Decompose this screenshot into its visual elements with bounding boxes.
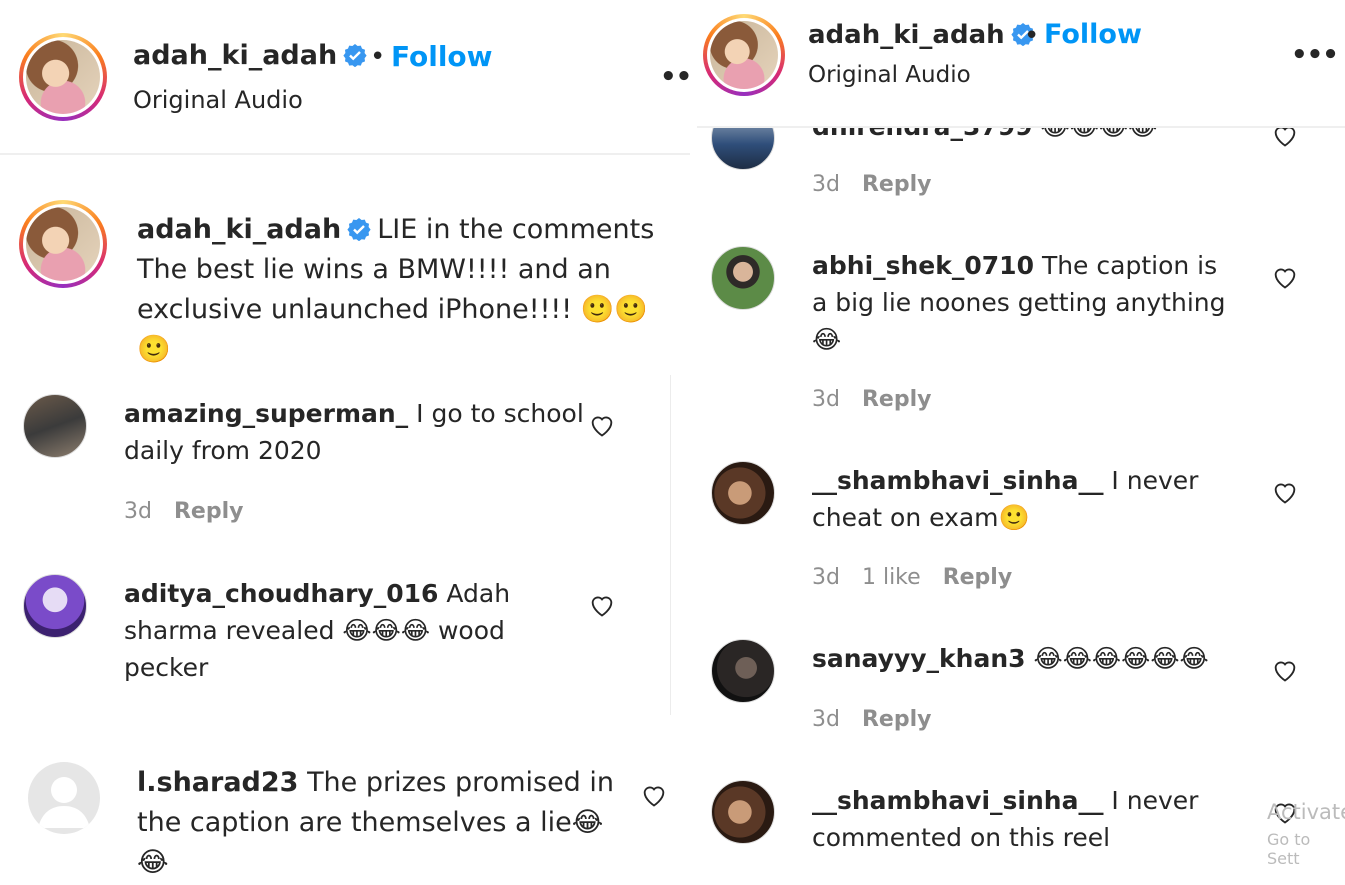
comment-text: aditya_choudhary_016 Adah sharma reveale… (124, 575, 544, 686)
profile-avatar[interactable] (703, 14, 785, 96)
comment-text: sanayyy_khan3 😂😂😂😂😂😂 (812, 640, 1232, 677)
activate-watermark-subtitle: Go to Sett (1267, 830, 1311, 868)
comment-time: 3d (812, 565, 840, 590)
follow-button[interactable]: Follow (391, 40, 493, 73)
comment-body: 😂😂😂😂😂😂 (1033, 644, 1209, 673)
reply-button[interactable]: Reply (943, 565, 1013, 590)
comment-meta: 3d 1 like Reply (812, 565, 1034, 590)
heart-icon[interactable] (588, 592, 616, 618)
heart-icon[interactable] (640, 782, 668, 808)
header-username[interactable]: adah_ki_adah (133, 40, 367, 71)
verified-badge-icon (343, 44, 367, 67)
audio-subtitle[interactable]: Original Audio (808, 62, 971, 88)
more-options-icon[interactable]: ••• (1291, 40, 1339, 70)
comment-username[interactable]: sanayyy_khan3 (812, 644, 1026, 673)
comment-meta: 3d Reply (812, 707, 953, 732)
comment-likes[interactable]: 1 like (862, 565, 921, 590)
more-options-icon[interactable]: ••• (660, 62, 690, 92)
comment-text: __shambhavi_sinha__ I never commented on… (812, 782, 1232, 856)
audio-subtitle[interactable]: Original Audio (133, 86, 303, 114)
comment-text: abhi_shek_0710 The caption is a big lie … (812, 247, 1232, 358)
separator-dot: • (1024, 21, 1040, 51)
comment-username[interactable]: aditya_choudhary_016 (124, 579, 438, 608)
comment-meta: 3d Reply (812, 172, 953, 197)
commenter-avatar[interactable] (711, 639, 775, 703)
activate-watermark-title: Activate (1267, 800, 1345, 824)
caption-username[interactable]: adah_ki_adah (137, 214, 341, 245)
comment-time: 3d (124, 499, 152, 524)
comment-username[interactable]: l.sharad23 (137, 767, 298, 798)
left-reel-panel: adah_ki_adah • Follow Original Audio •••… (0, 0, 690, 885)
post-header: adah_ki_adah • Follow Original Audio ••• (0, 0, 690, 155)
comment-username[interactable]: __shambhavi_sinha__ (812, 466, 1103, 495)
heart-icon[interactable] (1271, 657, 1299, 683)
commenter-avatar[interactable] (23, 394, 87, 458)
comment-username[interactable]: __shambhavi_sinha__ (812, 786, 1103, 815)
commenter-avatar[interactable] (711, 461, 775, 525)
post-header: adah_ki_adah • Follow Original Audio ••• (697, 0, 1345, 128)
heart-icon[interactable] (1271, 479, 1299, 505)
comment-username[interactable]: amazing_superman_ (124, 399, 408, 428)
follow-button[interactable]: Follow (1044, 19, 1142, 50)
verified-badge-icon (347, 218, 371, 241)
reply-button[interactable]: Reply (862, 387, 932, 412)
comment-meta: 3d Reply (812, 387, 953, 412)
comment-text: amazing_superman_ I go to school daily f… (124, 395, 584, 469)
caption-avatar[interactable] (19, 200, 107, 288)
comment-text: l.sharad23 The prizes promised in the ca… (137, 763, 617, 883)
heart-icon[interactable] (1271, 264, 1299, 290)
heart-icon[interactable] (588, 412, 616, 438)
divider (670, 375, 671, 715)
comment-time: 3d (812, 387, 840, 412)
comment-username[interactable]: abhi_shek_0710 (812, 251, 1034, 280)
profile-avatar[interactable] (19, 33, 107, 121)
comment-time: 3d (812, 707, 840, 732)
header-username[interactable]: adah_ki_adah (808, 20, 1035, 50)
caption: adah_ki_adah LIE in the comments The best… (137, 210, 657, 370)
reply-button[interactable]: Reply (174, 499, 244, 524)
comment-meta: 3d Reply (124, 499, 265, 524)
separator-dot: • (370, 42, 386, 72)
comment-text: __shambhavi_sinha__ I never cheat on exa… (812, 462, 1232, 536)
right-reel-panel: dhirendra_3799 😂😂😂😂 3dReply adah_ki_adah… (697, 0, 1345, 885)
commenter-avatar[interactable] (711, 246, 775, 310)
commenter-avatar[interactable] (711, 780, 775, 844)
default-avatar-icon[interactable] (28, 762, 100, 834)
commenter-avatar[interactable] (23, 574, 87, 638)
reply-button[interactable]: Reply (862, 172, 932, 197)
reply-button[interactable]: Reply (862, 707, 932, 732)
comment-time: 3d (812, 172, 840, 197)
